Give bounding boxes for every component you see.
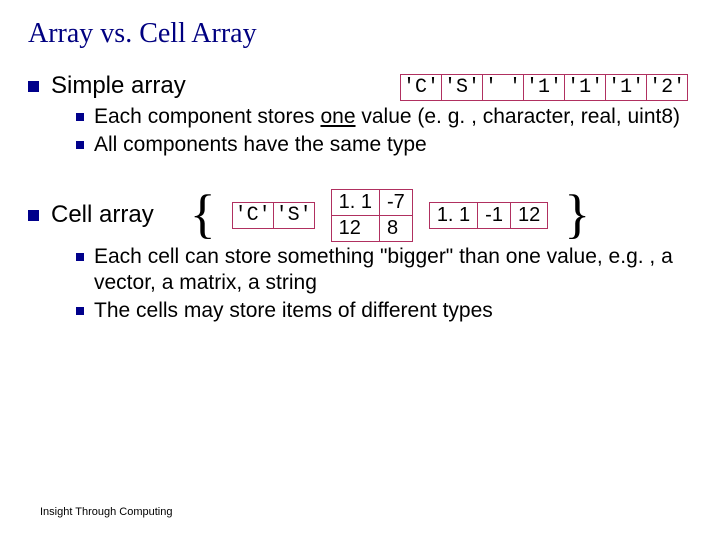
open-brace-icon: { [190, 193, 216, 236]
slide-title: Array vs. Cell Array [28, 18, 692, 50]
array-cell: '1' [565, 75, 606, 101]
square-bullet-icon [76, 307, 84, 315]
simple-point-1: Each component stores one value (e. g. ,… [76, 104, 692, 130]
cell-array-diagram: { 'C' 'S' 1. 1 -7 12 8 1. 1 -1 12 } [190, 189, 590, 242]
vector-cell: -1 [478, 202, 511, 228]
array-cell: 'C' [401, 75, 442, 101]
cell-item: 'C' [232, 202, 273, 228]
simple-array-diagram: 'C' 'S' ' ' '1' '1' '1' '2' [400, 74, 688, 101]
cell-point-2: The cells may store items of different t… [76, 298, 692, 324]
cell-item: 'S' [273, 202, 314, 228]
simple-point-2: All components have the same type [76, 132, 692, 158]
matrix-cell: 12 [331, 215, 379, 241]
square-bullet-icon [76, 253, 84, 261]
simple-point-2-text: All components have the same type [94, 132, 427, 158]
square-bullet-icon [28, 210, 39, 221]
square-bullet-icon [28, 81, 39, 92]
cell-point-1-text: Each cell can store something "bigger" t… [94, 244, 692, 297]
vector-cell: 1. 1 [429, 202, 477, 228]
array-cell: 'S' [442, 75, 483, 101]
close-brace-icon: } [564, 193, 590, 236]
array-cell: '1' [606, 75, 647, 101]
matrix-cell: 1. 1 [331, 189, 379, 215]
array-cell: ' ' [483, 75, 524, 101]
matrix-cell: 8 [380, 215, 413, 241]
vector-cell: 12 [510, 202, 547, 228]
footer-text: Insight Through Computing [40, 506, 173, 518]
square-bullet-icon [76, 113, 84, 121]
cell-point-1: Each cell can store something "bigger" t… [76, 244, 692, 297]
cell-point-2-text: The cells may store items of different t… [94, 298, 493, 324]
cell-array-heading: Cell array [28, 201, 154, 229]
simple-point-1-text: Each component stores one value (e. g. ,… [94, 104, 680, 130]
simple-array-label: Simple array [51, 72, 186, 100]
array-cell: '1' [524, 75, 565, 101]
array-cell: '2' [647, 75, 688, 101]
cell-array-label: Cell array [51, 201, 154, 229]
square-bullet-icon [76, 141, 84, 149]
matrix-cell: -7 [380, 189, 413, 215]
